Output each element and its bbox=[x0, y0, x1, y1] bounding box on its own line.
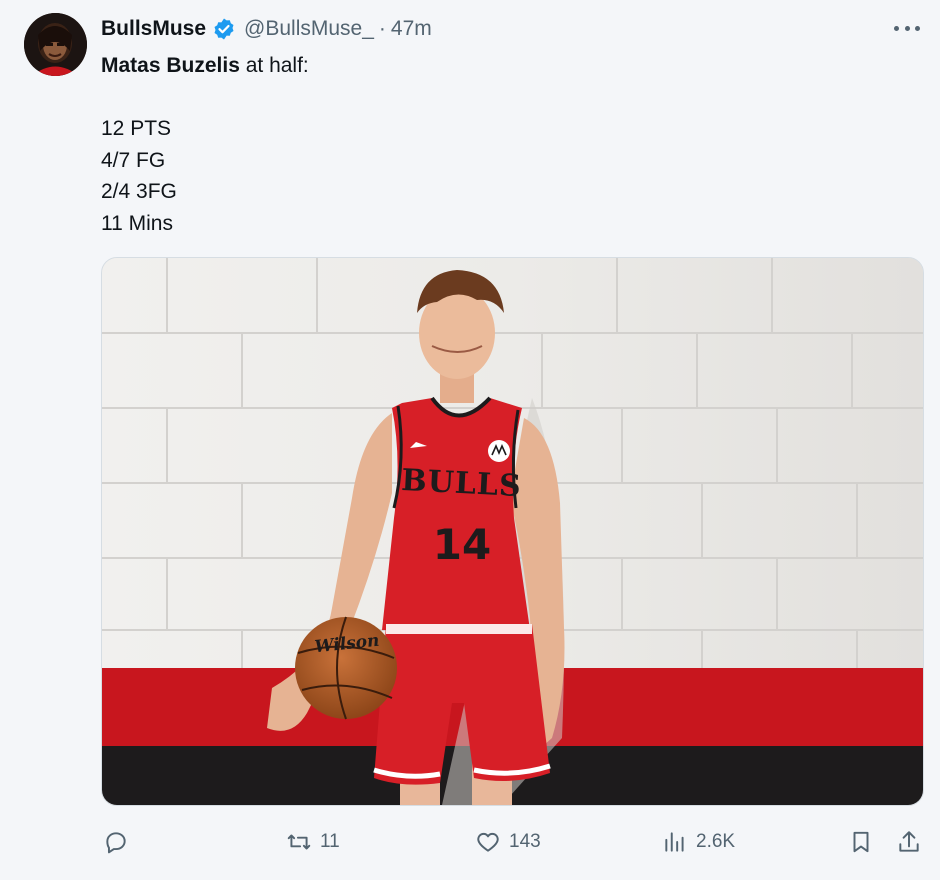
views-icon bbox=[665, 832, 684, 852]
author-display-name[interactable]: BullsMuse bbox=[101, 17, 206, 41]
like-button[interactable]: 143 bbox=[475, 822, 541, 862]
like-count: 143 bbox=[509, 831, 541, 852]
share-icon bbox=[899, 831, 919, 852]
retweet-icon bbox=[287, 834, 311, 850]
avatar[interactable] bbox=[24, 13, 87, 76]
separator-dot: · bbox=[378, 17, 386, 40]
player-photo-icon bbox=[102, 258, 923, 805]
share-button[interactable] bbox=[896, 822, 922, 862]
reply-button[interactable] bbox=[103, 822, 129, 862]
tweet-card: BullsMuse @BullsMuse_ · 47m Matas Buzeli… bbox=[0, 0, 940, 880]
stat-line: 2/4 3FG bbox=[101, 180, 177, 203]
views-count: 2.6K bbox=[696, 831, 736, 852]
tweet-media-photo[interactable]: BULLS 14 Wilson bbox=[101, 257, 924, 806]
jersey-team-text: BULLS bbox=[400, 462, 523, 505]
bookmark-button[interactable] bbox=[848, 822, 874, 862]
more-options-icon[interactable] bbox=[894, 18, 920, 38]
headline-text: at half: bbox=[239, 54, 309, 77]
stat-line: 12 PTS bbox=[101, 117, 172, 140]
stat-line: 11 Mins bbox=[101, 211, 173, 235]
tweet-headline: Matas Buzelis at half: bbox=[101, 50, 309, 82]
tweet-timestamp[interactable]: 47m bbox=[391, 17, 432, 41]
tweet-action-bar: 11 143 2.6K bbox=[0, 822, 940, 862]
tweet-header: BullsMuse @BullsMuse_ · 47m bbox=[101, 14, 432, 44]
views-button[interactable]: 2.6K bbox=[662, 822, 735, 862]
verified-badge-icon bbox=[212, 17, 236, 41]
retweet-count: 11 bbox=[320, 831, 340, 852]
stat-line: 4/7 FG bbox=[101, 148, 166, 172]
tweet-body: Matas Buzelis at half: 12 PTS 4/7 FG 2/4… bbox=[101, 50, 309, 239]
jersey-number-text: 14 bbox=[432, 520, 492, 569]
heart-icon bbox=[477, 832, 499, 852]
bookmark-icon bbox=[853, 831, 869, 853]
player-name: Matas Buzelis bbox=[101, 54, 240, 77]
author-handle[interactable]: @BullsMuse_ bbox=[244, 17, 374, 41]
reply-icon bbox=[106, 832, 126, 854]
avatar-illustration-icon bbox=[24, 13, 87, 76]
retweet-button[interactable]: 11 bbox=[286, 822, 340, 862]
